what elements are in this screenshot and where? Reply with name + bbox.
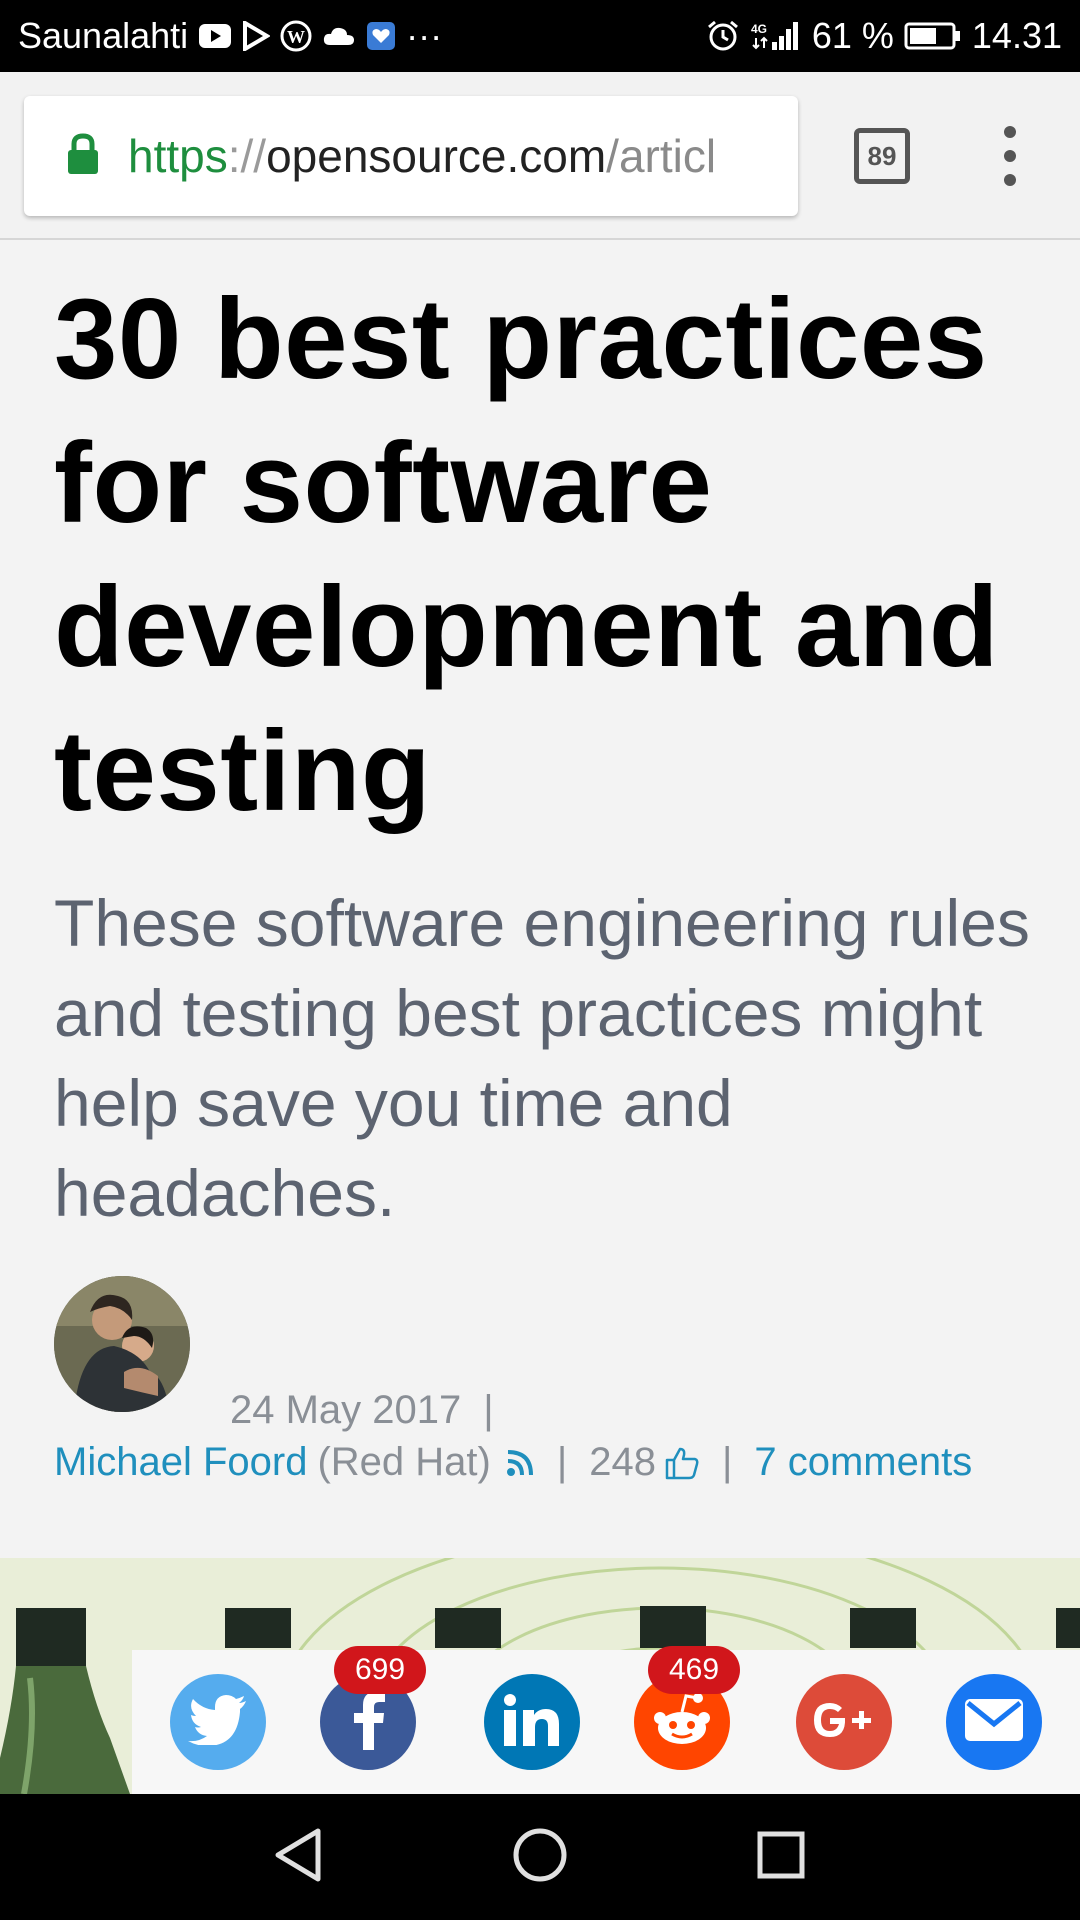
article-date: 24 May 2017 (230, 1388, 462, 1432)
googleplus-icon (811, 1700, 877, 1745)
article-headline: 30 best practices for software developme… (54, 276, 999, 835)
thumbs-up-icon[interactable] (664, 1446, 700, 1480)
reddit-icon (650, 1692, 714, 1753)
browser-menu-button[interactable] (990, 126, 1030, 186)
author-link[interactable]: Michael Foord (54, 1440, 307, 1485)
network-type-label: 4G (751, 22, 767, 36)
navigation-bar (0, 1794, 1080, 1920)
share-twitter-button[interactable] (170, 1674, 266, 1770)
signal-icon: 4G (750, 20, 802, 52)
more-notifications-icon: ··· (406, 15, 443, 56)
reddit-share-count: 469 (648, 1646, 740, 1694)
comments-link[interactable]: 7 comments (754, 1440, 972, 1485)
wordpress-icon: W (280, 20, 312, 52)
twitter-icon (188, 1694, 248, 1750)
home-button[interactable] (507, 1824, 573, 1890)
back-button[interactable] (266, 1824, 332, 1890)
clock: 14.31 (971, 15, 1062, 56)
home-icon (512, 1827, 568, 1888)
author-organization: (Red Hat) (317, 1440, 491, 1484)
facebook-icon (348, 1690, 388, 1755)
menu-dot (1004, 126, 1016, 138)
article-date-line: 24 May 2017 | (230, 1388, 516, 1433)
cloud-icon (322, 25, 356, 47)
rss-icon[interactable] (505, 1448, 535, 1478)
url-scheme: https (128, 130, 228, 182)
share-googleplus-button[interactable] (796, 1674, 892, 1770)
article-lead: These software engineering rules and tes… (54, 886, 1030, 1230)
article-content: 30 best practices for software developme… (0, 242, 1080, 1558)
like-count: 248 (589, 1440, 656, 1484)
separator: | (556, 1440, 568, 1484)
share-facebook-button[interactable]: 699 (320, 1646, 426, 1770)
url-text[interactable]: https://opensource.com/articl (128, 129, 716, 183)
url-path: /articl (606, 130, 717, 182)
share-email-button[interactable] (946, 1674, 1042, 1770)
battery-percent: 61 % (811, 15, 894, 56)
svg-text:W: W (287, 27, 305, 47)
tab-count: 89 (867, 140, 897, 171)
menu-dot (1004, 150, 1016, 162)
menu-dot (1004, 174, 1016, 186)
article-meta: Michael Foord (Red Hat) | 248 | 7 commen… (54, 1440, 972, 1485)
carrier-label: Saunalahti (18, 15, 189, 56)
separator: | (721, 1440, 733, 1484)
app-notification-icon (366, 21, 396, 51)
share-bar: 699 469 (132, 1646, 1080, 1794)
address-bar[interactable]: https://opensource.com/articl (24, 96, 798, 216)
battery-icon (904, 22, 962, 50)
author-avatar[interactable] (54, 1276, 190, 1412)
play-store-icon (242, 21, 271, 51)
tab-switcher-button[interactable]: 89 (854, 128, 910, 184)
browser-toolbar: https://opensource.com/articl 89 (0, 72, 1080, 240)
share-reddit-button[interactable]: 469 (634, 1646, 740, 1770)
back-icon (274, 1827, 324, 1888)
youtube-icon (198, 23, 232, 49)
url-separator: :// (227, 130, 267, 182)
recents-icon (756, 1830, 806, 1885)
lock-icon (66, 132, 100, 180)
linkedin-icon (503, 1693, 561, 1752)
status-bar: Saunalahti W ··· 4G 61 % 14.31 (0, 0, 1080, 72)
url-host: opensource.com (266, 130, 607, 182)
email-icon (964, 1698, 1024, 1747)
alarm-icon (706, 19, 740, 53)
facebook-share-count: 699 (334, 1646, 426, 1694)
separator: | (483, 1388, 494, 1432)
recents-button[interactable] (748, 1824, 814, 1890)
share-linkedin-button[interactable] (484, 1674, 580, 1770)
